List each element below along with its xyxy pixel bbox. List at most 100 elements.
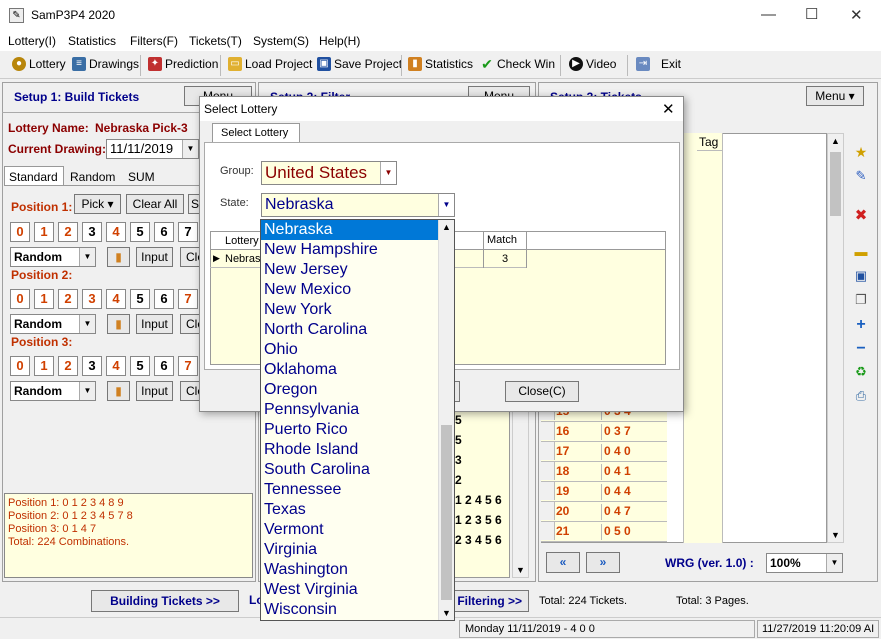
state-option[interactable]: Nebraska [261, 220, 441, 240]
scroll-thumb[interactable] [830, 152, 841, 216]
state-option[interactable]: Rhode Island [261, 440, 441, 460]
group-select[interactable]: United States ▼ [261, 161, 397, 185]
scroll-up-icon[interactable]: ▲ [831, 136, 840, 146]
digit-button[interactable]: 6 [154, 356, 174, 376]
edit-icon[interactable]: ✎ [848, 168, 874, 186]
clear-all-button[interactable]: Clear All [126, 194, 184, 214]
next-page-button[interactable]: » [586, 552, 620, 573]
scroll-thumb[interactable] [441, 425, 452, 600]
chart-button[interactable]: ▮ [107, 314, 130, 334]
maximize-icon[interactable]: ☐ [805, 5, 818, 23]
state-option[interactable]: New Jersey [261, 260, 441, 280]
digit-button[interactable]: 5 [130, 289, 150, 309]
load-project-button[interactable]: ▭ Load Project [228, 57, 312, 71]
state-option[interactable]: Virginia [261, 540, 441, 560]
digit-button[interactable]: 7 [178, 356, 198, 376]
state-option[interactable]: New Mexico [261, 280, 441, 300]
check-win-button[interactable]: ✔ Check Win [480, 57, 555, 71]
state-option[interactable]: Oregon [261, 380, 441, 400]
state-option[interactable]: New Hampshire [261, 240, 441, 260]
digit-button[interactable]: 3 [82, 222, 102, 242]
state-option[interactable]: North Carolina [261, 320, 441, 340]
digit-button[interactable]: 4 [106, 356, 126, 376]
filtering-button[interactable]: Filtering >> [445, 590, 529, 612]
digit-button[interactable]: 0 [10, 222, 30, 242]
digit-button[interactable]: 2 [58, 356, 78, 376]
digit-button[interactable]: 3 [82, 356, 102, 376]
state-option[interactable]: Puerto Rico [261, 420, 441, 440]
first-page-button[interactable]: « [546, 552, 580, 573]
menu-tickets[interactable]: Tickets(T) [189, 34, 242, 48]
dropdown-scrollbar[interactable]: ▲ ▼ [438, 220, 454, 620]
tab-standard[interactable]: Standard [4, 166, 64, 185]
prediction-button[interactable]: ✦ Prediction [148, 57, 218, 71]
print-icon[interactable]: ⎙ [848, 388, 874, 406]
table-row[interactable]: 21 0 5 0 [541, 522, 667, 542]
table-row[interactable]: 19 0 4 4 [541, 482, 667, 502]
plus-icon[interactable]: + [848, 316, 874, 334]
table-row[interactable]: 16 0 3 7 [541, 422, 667, 442]
digit-button[interactable]: 1 [34, 222, 54, 242]
statistics-button[interactable]: ▮ Statistics [408, 57, 473, 71]
digit-button[interactable]: 5 [130, 356, 150, 376]
state-option[interactable]: Tennessee [261, 480, 441, 500]
pick-button[interactable]: Pick ▾ [74, 194, 121, 214]
delete-icon[interactable]: ✖ [848, 206, 874, 224]
minimize-icon[interactable]: — [761, 6, 776, 23]
mode-select[interactable]: Random ▼ [10, 247, 96, 267]
table-row[interactable]: 20 0 4 7 [541, 502, 667, 522]
copy-icon[interactable]: ❐ [848, 292, 874, 310]
digit-button[interactable]: 0 [10, 289, 30, 309]
state-option[interactable]: Vermont [261, 520, 441, 540]
lottery-button[interactable]: ● Lottery [12, 57, 66, 71]
digit-button[interactable]: 7 [178, 289, 198, 309]
minus-icon[interactable]: − [848, 340, 874, 358]
digit-button[interactable]: 1 [34, 289, 54, 309]
mode-select[interactable]: Random ▼ [10, 381, 96, 401]
scroll-down-icon[interactable]: ▼ [516, 565, 525, 575]
folder-icon[interactable]: ▬ [848, 244, 874, 262]
digit-button[interactable]: 4 [106, 222, 126, 242]
table-row[interactable]: 17 0 4 0 [541, 442, 667, 462]
state-option[interactable]: West Virginia [261, 580, 441, 600]
state-option[interactable]: Washington [261, 560, 441, 580]
digit-button[interactable]: 2 [58, 222, 78, 242]
menu-filters[interactable]: Filters(F) [130, 34, 178, 48]
setup3-menu-button[interactable]: Menu ▾ [806, 86, 864, 106]
input-button[interactable]: Input [136, 381, 173, 401]
state-option[interactable]: Texas [261, 500, 441, 520]
digit-button[interactable]: 5 [130, 222, 150, 242]
tab-random[interactable]: Random [66, 168, 124, 185]
digit-button[interactable]: 2 [58, 289, 78, 309]
menu-statistics[interactable]: Statistics [68, 34, 116, 48]
digit-button[interactable]: 6 [154, 289, 174, 309]
digit-button[interactable]: 0 [10, 356, 30, 376]
dialog-tab[interactable]: Select Lottery [212, 123, 300, 143]
digit-button[interactable]: 1 [34, 356, 54, 376]
menu-help[interactable]: Help(H) [319, 34, 360, 48]
mode-select[interactable]: Random ▼ [10, 314, 96, 334]
tickets-scrollbar[interactable]: ▲ ▼ [827, 133, 844, 543]
close-icon[interactable]: ✕ [850, 6, 863, 24]
zoom-select[interactable]: 100% ▼ [766, 553, 843, 573]
input-button[interactable]: Input [136, 314, 173, 334]
scroll-up-icon[interactable]: ▲ [442, 222, 451, 232]
exit-button[interactable]: ⇥ Exit [636, 57, 681, 71]
table-row[interactable]: 18 0 4 1 [541, 462, 667, 482]
state-option[interactable]: Pennsylvania [261, 400, 441, 420]
menu-lottery[interactable]: Lottery(I) [8, 34, 56, 48]
video-button[interactable]: ▶ Video [569, 57, 616, 71]
input-button[interactable]: Input [136, 247, 173, 267]
tab-sum[interactable]: SUM [124, 168, 164, 185]
state-option[interactable]: New York [261, 300, 441, 320]
digit-button[interactable]: 4 [106, 289, 126, 309]
state-option[interactable]: South Carolina [261, 460, 441, 480]
building-tickets-button[interactable]: Building Tickets >> [91, 590, 239, 612]
scroll-down-icon[interactable]: ▼ [831, 530, 840, 540]
scroll-down-icon[interactable]: ▼ [442, 608, 451, 618]
state-option[interactable]: Wisconsin [261, 600, 441, 620]
chart-button[interactable]: ▮ [107, 247, 130, 267]
dialog-close-button[interactable]: Close(C) [505, 381, 579, 402]
state-option[interactable]: Oklahoma [261, 360, 441, 380]
state-option[interactable]: Ohio [261, 340, 441, 360]
